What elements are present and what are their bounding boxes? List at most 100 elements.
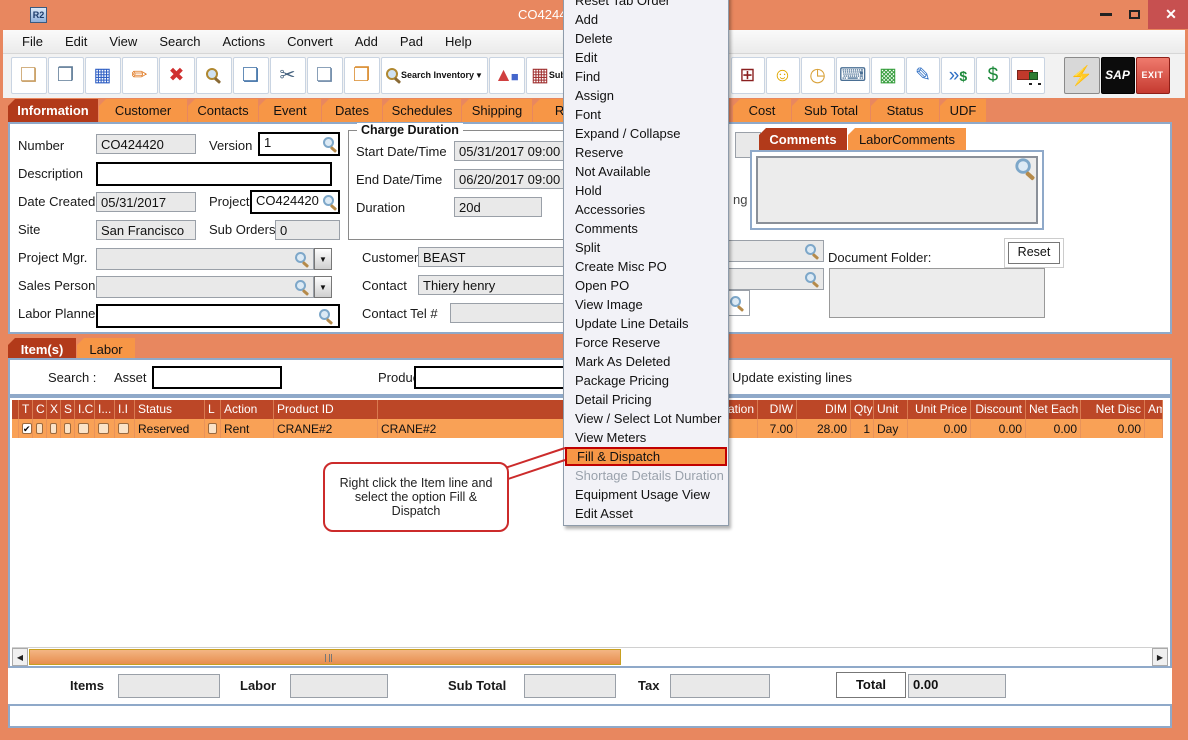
print-icon[interactable]: ❒	[48, 57, 84, 94]
paste-icon[interactable]: ❐	[344, 57, 380, 94]
notes-icon[interactable]: ✎	[906, 57, 940, 94]
row-checkbox[interactable]	[36, 423, 43, 434]
comments-textarea[interactable]	[756, 156, 1038, 224]
sales-person-search-icon[interactable]	[294, 279, 309, 294]
item[interactable]: Package Pricing	[564, 371, 728, 390]
grid-column-header[interactable]: X	[47, 400, 61, 419]
item[interactable]: Find	[564, 67, 728, 86]
description-field[interactable]	[96, 162, 332, 186]
item[interactable]: View / Select Lot Number	[564, 409, 728, 428]
lookup-field-1-search-icon[interactable]	[804, 243, 819, 258]
project-mgr-search-icon[interactable]	[294, 251, 309, 266]
item[interactable]: View Meters	[564, 428, 728, 447]
grid-column-header[interactable]: DIM	[797, 400, 851, 419]
grid-column-header[interactable]: Unit Price	[908, 400, 971, 419]
row-checkbox[interactable]	[118, 423, 129, 434]
item[interactable]: Item(s)	[8, 338, 76, 360]
menubar-item[interactable]: File	[11, 31, 54, 52]
scroll-left-arrow[interactable]: ◀	[12, 648, 28, 666]
item[interactable]: Status	[871, 99, 939, 122]
item[interactable]: Schedules	[383, 99, 461, 122]
item[interactable]: Comments	[759, 128, 847, 150]
item[interactable]: Event	[259, 99, 321, 122]
item[interactable]: Sub Total	[792, 99, 870, 122]
scroll-right-arrow[interactable]: ▶	[1152, 648, 1168, 666]
site-structure-icon[interactable]: ⊞	[731, 57, 765, 94]
grid-column-header[interactable]: I...	[95, 400, 115, 419]
item[interactable]: Assign	[564, 86, 728, 105]
item[interactable]: Not Available	[564, 162, 728, 181]
labor-planner-field[interactable]	[96, 304, 340, 328]
item[interactable]: Shortage Details Duration	[564, 466, 728, 485]
item[interactable]: Mark As Deleted	[564, 352, 728, 371]
menubar-item[interactable]: Pad	[389, 31, 434, 52]
edit-pencil-icon[interactable]: ✏	[122, 57, 158, 94]
menubar-item[interactable]: Add	[344, 31, 389, 52]
row-checkbox[interactable]	[64, 423, 71, 434]
minimize-button[interactable]	[1092, 0, 1120, 28]
site-field[interactable]: San Francisco	[96, 220, 196, 240]
menubar-item[interactable]: Edit	[54, 31, 98, 52]
item[interactable]: Information	[8, 99, 98, 122]
item[interactable]: Force Reserve	[564, 333, 728, 352]
lookup-field-2-search-icon[interactable]	[804, 271, 819, 286]
item[interactable]: Shipping	[462, 99, 532, 122]
scrollbar-thumb[interactable]	[29, 649, 621, 665]
truck-icon[interactable]	[1011, 57, 1045, 94]
item[interactable]: Open PO	[564, 276, 728, 295]
sap-button[interactable]: SAP	[1101, 57, 1135, 94]
project-mgr-field[interactable]	[96, 248, 314, 270]
row-checkbox[interactable]: ✔	[22, 423, 32, 434]
save-icon[interactable]: ▦	[85, 57, 121, 94]
delete-icon[interactable]: ✖	[159, 57, 195, 94]
document-folder-area[interactable]	[829, 268, 1045, 318]
item[interactable]: Hold	[564, 181, 728, 200]
grid-column-header[interactable]: Status	[135, 400, 205, 419]
grid-column-header[interactable]: Action	[221, 400, 274, 419]
smiley-icon[interactable]: ☺	[766, 57, 800, 94]
menubar-item[interactable]: Help	[434, 31, 483, 52]
item[interactable]: Edit Asset	[564, 504, 728, 523]
item[interactable]: Edit	[564, 48, 728, 67]
item[interactable]: Delete	[564, 29, 728, 48]
item[interactable]: Add	[564, 10, 728, 29]
search-inventory-button[interactable]: Search Inventory▼	[381, 57, 488, 94]
cut-icon[interactable]: ✂	[270, 57, 306, 94]
grid-column-header[interactable]: S	[61, 400, 75, 419]
maximize-button[interactable]	[1120, 0, 1148, 28]
item[interactable]: Accessories	[564, 200, 728, 219]
row-checkbox[interactable]	[208, 423, 217, 434]
comments-search-icon[interactable]	[1014, 157, 1035, 178]
dollar-list-icon[interactable]: $	[976, 57, 1010, 94]
item[interactable]: Contacts	[188, 99, 258, 122]
row-checkbox[interactable]	[78, 423, 89, 434]
grid-column-header[interactable]: L	[205, 400, 221, 419]
item[interactable]: Labor	[77, 338, 135, 360]
grid-column-header[interactable]: Net Each	[1026, 400, 1081, 419]
item[interactable]: Update Line Details	[564, 314, 728, 333]
item[interactable]: Comments	[564, 219, 728, 238]
grid-column-header[interactable]: Product ID	[274, 400, 378, 419]
folder-clock-icon[interactable]: ◷	[801, 57, 835, 94]
menubar-item[interactable]: Search	[148, 31, 211, 52]
grid-column-header[interactable]: Discount	[971, 400, 1026, 419]
grid-column-header[interactable]	[12, 400, 19, 419]
row-checkbox[interactable]	[98, 423, 109, 434]
project-mgr-dropdown[interactable]: ▼	[314, 248, 332, 270]
grid-column-header[interactable]: Amount	[1145, 400, 1163, 419]
keyboard-key-icon[interactable]: ⌨	[836, 57, 870, 94]
exit-button[interactable]: EXIT	[1136, 57, 1170, 94]
menubar-item[interactable]: Convert	[276, 31, 344, 52]
project-search-icon[interactable]	[322, 194, 337, 209]
row-checkbox[interactable]	[50, 423, 57, 434]
reset-button[interactable]: Reset	[1008, 242, 1060, 264]
item[interactable]: Font	[564, 105, 728, 124]
item[interactable]: Split	[564, 238, 728, 257]
item[interactable]: Equipment Usage View	[564, 485, 728, 504]
date-created-field[interactable]: 05/31/2017	[96, 192, 196, 212]
number-field[interactable]: CO424420	[96, 134, 196, 154]
item[interactable]: Fill & Dispatch	[565, 447, 727, 466]
asset-input[interactable]	[152, 366, 282, 389]
grid-column-header[interactable]: Net Disc	[1081, 400, 1145, 419]
colored-cubes-icon[interactable]: ▩	[871, 57, 905, 94]
